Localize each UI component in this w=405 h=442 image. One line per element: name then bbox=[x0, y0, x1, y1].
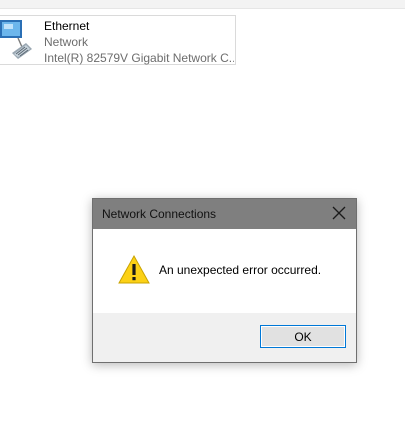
dialog-title: Network Connections bbox=[102, 207, 217, 221]
ok-button[interactable]: OK bbox=[260, 325, 346, 348]
connection-status: Network bbox=[44, 35, 89, 49]
error-dialog: Network Connections An unexpected error … bbox=[92, 198, 357, 363]
connection-adapter: Intel(R) 82579V Gigabit Network C... bbox=[44, 51, 234, 65]
connection-details: Ethernet Network Intel(R) 82579V Gigabit… bbox=[44, 18, 234, 66]
warning-icon bbox=[118, 254, 150, 286]
dialog-footer: OK bbox=[93, 313, 356, 362]
window-top-strip bbox=[0, 0, 405, 9]
close-icon bbox=[332, 206, 346, 223]
close-button[interactable] bbox=[322, 199, 356, 229]
dialog-body: An unexpected error occurred. bbox=[93, 229, 356, 313]
connection-item-ethernet[interactable]: Ethernet Network Intel(R) 82579V Gigabit… bbox=[0, 15, 236, 65]
dialog-titlebar[interactable]: Network Connections bbox=[93, 199, 356, 229]
error-message: An unexpected error occurred. bbox=[159, 263, 322, 277]
network-adapter-icon bbox=[0, 17, 36, 65]
connection-name: Ethernet bbox=[44, 19, 90, 33]
